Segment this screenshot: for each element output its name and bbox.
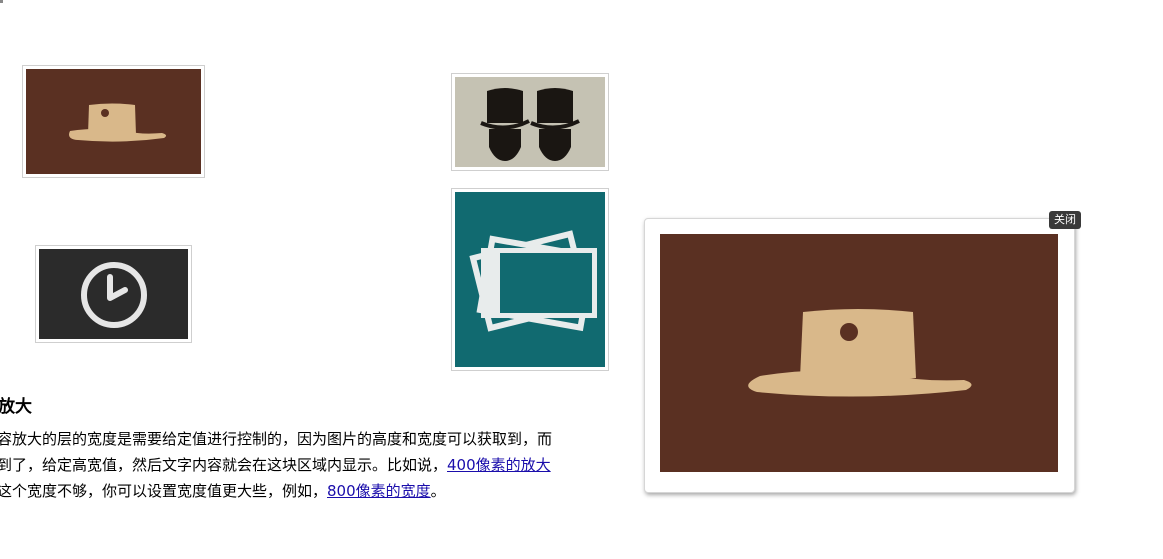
cowboy-hat-icon — [26, 69, 201, 174]
thumbnail-hat[interactable] — [22, 65, 205, 178]
paragraph-line-3-end: 。 — [430, 482, 446, 500]
link-800px-width[interactable]: 800像素的宽度 — [327, 482, 431, 500]
paragraph-line-1: 容放大的层的宽度是需要给定值进行控制的，因为图片的高度和宽度可以获取到，而 — [0, 430, 553, 448]
paragraph-line-3: 这个宽度不够，你可以设置宽度值更大些，例如，800像素的宽度。 — [0, 478, 697, 504]
clock-icon — [39, 249, 188, 339]
thumbnail-tophats[interactable] — [451, 73, 609, 171]
thumbnail-clock[interactable] — [35, 245, 192, 343]
zoom-popup — [644, 218, 1075, 493]
paragraph-line-3-text: 这个宽度不够，你可以设置宽度值更大些，例如， — [0, 482, 328, 500]
thumbnail-photos[interactable] — [451, 188, 609, 371]
zoom-image-hat — [660, 234, 1058, 472]
cowboy-hat-icon — [660, 234, 1058, 472]
link-400px-zoom[interactable]: 400像素的放大 — [447, 456, 551, 474]
close-button[interactable]: 关闭 — [1049, 211, 1081, 229]
paragraph-line-2-text: 到了，给定高宽值，然后文字内容就会在这块区域内显示。比如说， — [0, 456, 448, 474]
corner-mark — [0, 0, 3, 3]
paragraph-line-2: 到了，给定高宽值，然后文字内容就会在这块区域内显示。比如说，400像素的放大 — [0, 452, 697, 478]
section-paragraph: 容放大的层的宽度是需要给定值进行控制的，因为图片的高度和宽度可以获取到，而 到了… — [0, 426, 697, 504]
section-heading: 放大 — [0, 397, 32, 417]
top-hats-icon — [455, 77, 605, 167]
photos-stack-icon — [455, 192, 605, 367]
